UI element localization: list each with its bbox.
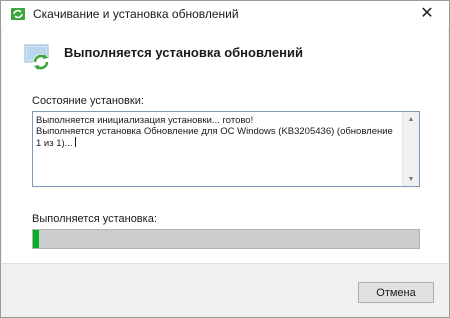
progress-label: Выполняется установка: <box>32 213 157 225</box>
install-progress-bar <box>32 229 420 249</box>
window-title: Скачивание и установка обновлений <box>33 7 239 21</box>
close-button[interactable]: ✕ <box>405 1 449 25</box>
status-log-text: Выполняется инициализация установки... г… <box>36 115 400 149</box>
windows-update-icon <box>10 6 26 22</box>
page-title: Выполняется установка обновлений <box>64 45 303 60</box>
status-log-textbox[interactable]: Выполняется инициализация установки... г… <box>32 111 420 187</box>
text-caret <box>74 137 76 147</box>
update-dialog-window: Скачивание и установка обновлений ✕ Выпо… <box>0 0 450 318</box>
vertical-scrollbar[interactable]: ▲ ▼ <box>402 112 419 186</box>
status-label: Состояние установки: <box>32 95 144 107</box>
title-bar[interactable]: Скачивание и установка обновлений ✕ <box>1 1 449 27</box>
status-line-1: Выполняется инициализация установки... г… <box>36 115 254 126</box>
close-icon: ✕ <box>420 5 434 22</box>
scroll-down-icon[interactable]: ▼ <box>403 173 419 185</box>
status-line-2: Выполняется установка Обновление для ОС … <box>36 126 393 149</box>
dialog-footer: Отмена <box>2 263 448 316</box>
windows-update-icon <box>24 42 52 72</box>
cancel-button[interactable]: Отмена <box>358 282 434 303</box>
progress-fill <box>33 230 39 248</box>
dialog-content: Выполняется установка обновлений Состоян… <box>2 27 448 263</box>
scroll-up-icon[interactable]: ▲ <box>403 113 419 125</box>
